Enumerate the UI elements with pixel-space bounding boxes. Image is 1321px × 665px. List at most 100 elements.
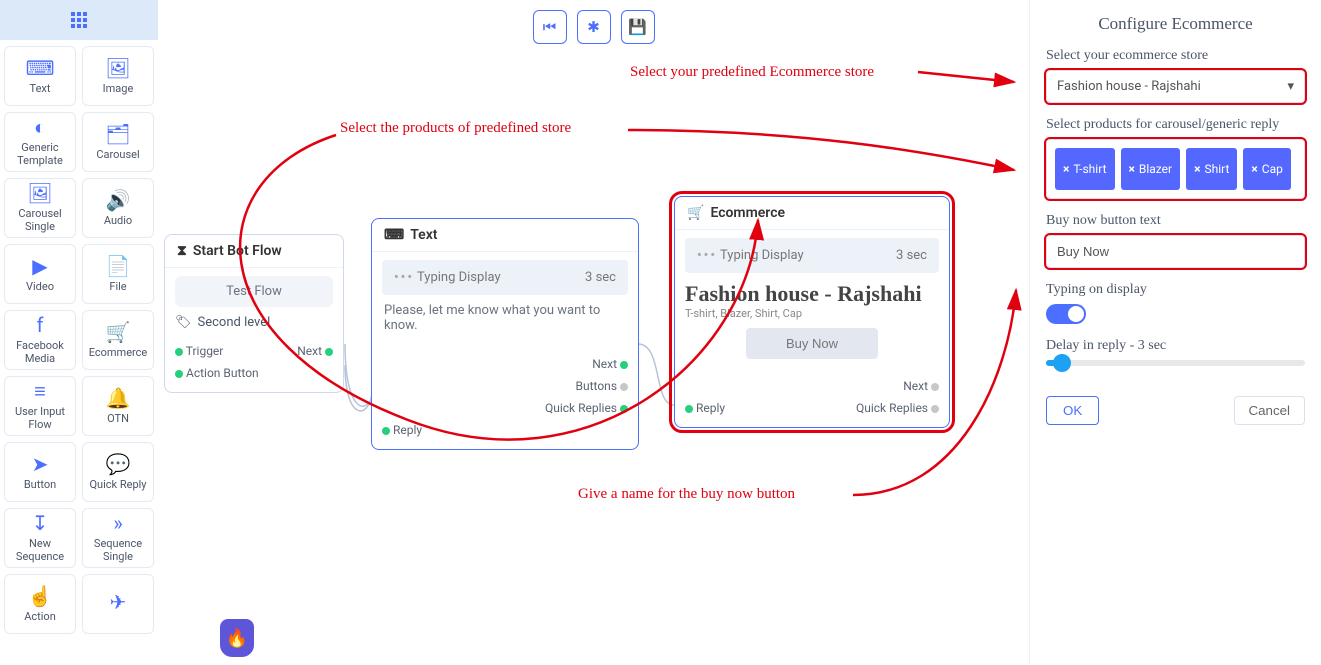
palette-item-carousel[interactable]: 🗂Carousel (82, 112, 154, 172)
palette-item-quick-reply[interactable]: 💬Quick Reply (82, 442, 154, 502)
palette-icon: ☝ (28, 586, 53, 606)
palette-label: Action (24, 610, 56, 623)
palette-icon: ➤ (32, 454, 49, 474)
buy-button-label: Buy now button text (1046, 213, 1305, 229)
palette-icon: ≡ (34, 381, 46, 401)
center-button[interactable]: ✱ (577, 10, 611, 44)
typing-display-value: 3 sec (585, 270, 616, 285)
tag-value: Second level (198, 315, 271, 330)
palette-icon: 🖼 (105, 58, 130, 78)
product-chip[interactable]: × T-shirt (1055, 148, 1115, 190)
palette-item-image[interactable]: 🖼Image (82, 46, 154, 106)
test-flow-button[interactable]: Test Flow (175, 276, 333, 307)
palette-icon: ◐ (34, 117, 46, 137)
reset-button[interactable]: ⏮ (533, 10, 567, 44)
port-next[interactable]: Next (297, 344, 322, 358)
palette-item-ecommerce[interactable]: 🛒 Ecommerce (82, 310, 154, 370)
help-badge[interactable]: 🔥 (220, 619, 254, 657)
palette-item-item[interactable]: ✈ (82, 574, 154, 634)
palette-label: Video (26, 280, 54, 293)
palette-item-sequence-single[interactable]: »Sequence Single (82, 508, 154, 568)
palette-item-facebook-media[interactable]: f Facebook Media (4, 310, 76, 370)
remove-icon[interactable]: × (1063, 162, 1069, 176)
node-header: ⧗ Start Bot Flow (165, 235, 343, 268)
palette-item-action[interactable]: ☝ Action (4, 574, 76, 634)
typing-display-label: Typing Display (720, 248, 804, 263)
palette-icon: 💬 (106, 454, 131, 474)
palette-item-generic-template[interactable]: ◐Generic Template (4, 112, 76, 172)
canvas-toolbar: ⏮ ✱ 💾 (533, 10, 655, 44)
port-buttons[interactable]: Buttons (576, 379, 618, 393)
remove-icon[interactable]: × (1194, 162, 1200, 176)
palette-icon: ▶ (32, 256, 47, 276)
store-select[interactable]: Fashion house - Rajshahi ▾ (1046, 70, 1305, 103)
canvas[interactable]: ⏮ ✱ 💾 ⧗ Start Bot Flow Test Flow 🏷 Secon… (158, 0, 1029, 665)
buy-now-button[interactable]: Buy Now (746, 328, 878, 359)
typing-display-value: 3 sec (896, 248, 927, 263)
port-trigger[interactable]: Trigger (186, 344, 224, 358)
save-icon: 💾 (628, 18, 647, 36)
palette-icon: ↧ (32, 513, 49, 533)
palette-icon: f (37, 315, 44, 335)
palette-icon: 🗂 (105, 124, 130, 144)
delay-slider[interactable] (1046, 360, 1305, 366)
hourglass-icon: ⧗ (177, 243, 187, 259)
typing-display-label: Typing Display (417, 270, 501, 285)
palette-label: Carousel Single (7, 207, 73, 233)
port-action-button[interactable]: Action Button (186, 366, 259, 380)
palette-label: Text (30, 82, 51, 95)
sidebar-header[interactable] (0, 0, 158, 40)
node-title: Text (410, 227, 437, 243)
annotation-products: Select the products of predefined store (340, 120, 571, 137)
port-quick-replies[interactable]: Quick Replies (856, 401, 928, 415)
palette-icon: 🔊 (106, 190, 131, 210)
palette-item-text[interactable]: ⌨Text (4, 46, 76, 106)
palette-icon: ✈ (110, 592, 127, 612)
buy-button-input[interactable] (1046, 235, 1305, 268)
palette-label: OTN (107, 412, 129, 425)
node-title: Start Bot Flow (193, 243, 282, 259)
palette-item-otn[interactable]: 🔔OTN (82, 376, 154, 436)
palette-icon: » (113, 513, 122, 533)
palette-label: Facebook Media (7, 339, 73, 365)
sidebar: ⌨Text🖼Image◐Generic Template🗂Carousel 🖼 Ca… (0, 0, 158, 665)
node-text[interactable]: ⌨ Text ••• Typing Display 3 sec Please, … (371, 218, 639, 450)
palette-label: New Sequence (7, 537, 73, 563)
node-ecommerce[interactable]: 🛒 Ecommerce ••• Typing Display 3 sec Fas… (674, 196, 950, 428)
ecommerce-store-title: Fashion house - Rajshahi (685, 281, 939, 307)
products-multiselect[interactable]: × T-shirt× Blazer× Shirt× Cap (1046, 139, 1305, 199)
palette-icon: 🖼 (27, 183, 52, 203)
tag-icon: 🏷 (175, 315, 192, 330)
product-chip[interactable]: × Blazer (1121, 148, 1181, 190)
palette-item-new-sequence[interactable]: ↧ New Sequence (4, 508, 76, 568)
ok-button[interactable]: OK (1046, 396, 1099, 425)
typing-on-toggle[interactable] (1046, 304, 1086, 324)
chevron-down-icon: ▾ (1287, 79, 1294, 94)
palette-label: Ecommerce (89, 346, 148, 359)
palette-item-file[interactable]: 📄File (82, 244, 154, 304)
store-select-value: Fashion house - Rajshahi (1057, 79, 1201, 94)
save-button[interactable]: 💾 (621, 10, 655, 44)
products-label: Select products for carousel/generic rep… (1046, 117, 1305, 133)
port-quick-replies[interactable]: Quick Replies (545, 401, 617, 415)
palette-item-audio[interactable]: 🔊Audio (82, 178, 154, 238)
node-header: 🛒 Ecommerce (675, 197, 949, 230)
cancel-button[interactable]: Cancel (1234, 396, 1306, 425)
center-icon: ✱ (587, 18, 600, 36)
port-next[interactable]: Next (903, 379, 928, 393)
port-reply[interactable]: Reply (696, 401, 725, 415)
palette-item-carousel-single[interactable]: 🖼 Carousel Single (4, 178, 76, 238)
port-reply[interactable]: Reply (393, 423, 422, 437)
remove-icon[interactable]: × (1251, 162, 1257, 176)
product-chip[interactable]: × Cap (1243, 148, 1290, 190)
palette-item-button[interactable]: ➤Button (4, 442, 76, 502)
palette-icon: 🛒 (106, 322, 131, 342)
palette-item-user-input-flow[interactable]: ≡User Input Flow (4, 376, 76, 436)
remove-icon[interactable]: × (1129, 162, 1135, 176)
palette-item-video[interactable]: ▶ Video (4, 244, 76, 304)
port-next[interactable]: Next (592, 357, 617, 371)
panel-title: Configure Ecommerce (1046, 14, 1305, 34)
node-start-bot-flow[interactable]: ⧗ Start Bot Flow Test Flow 🏷 Second leve… (164, 234, 344, 393)
node-title: Ecommerce (710, 205, 785, 221)
product-chip[interactable]: × Shirt (1186, 148, 1237, 190)
